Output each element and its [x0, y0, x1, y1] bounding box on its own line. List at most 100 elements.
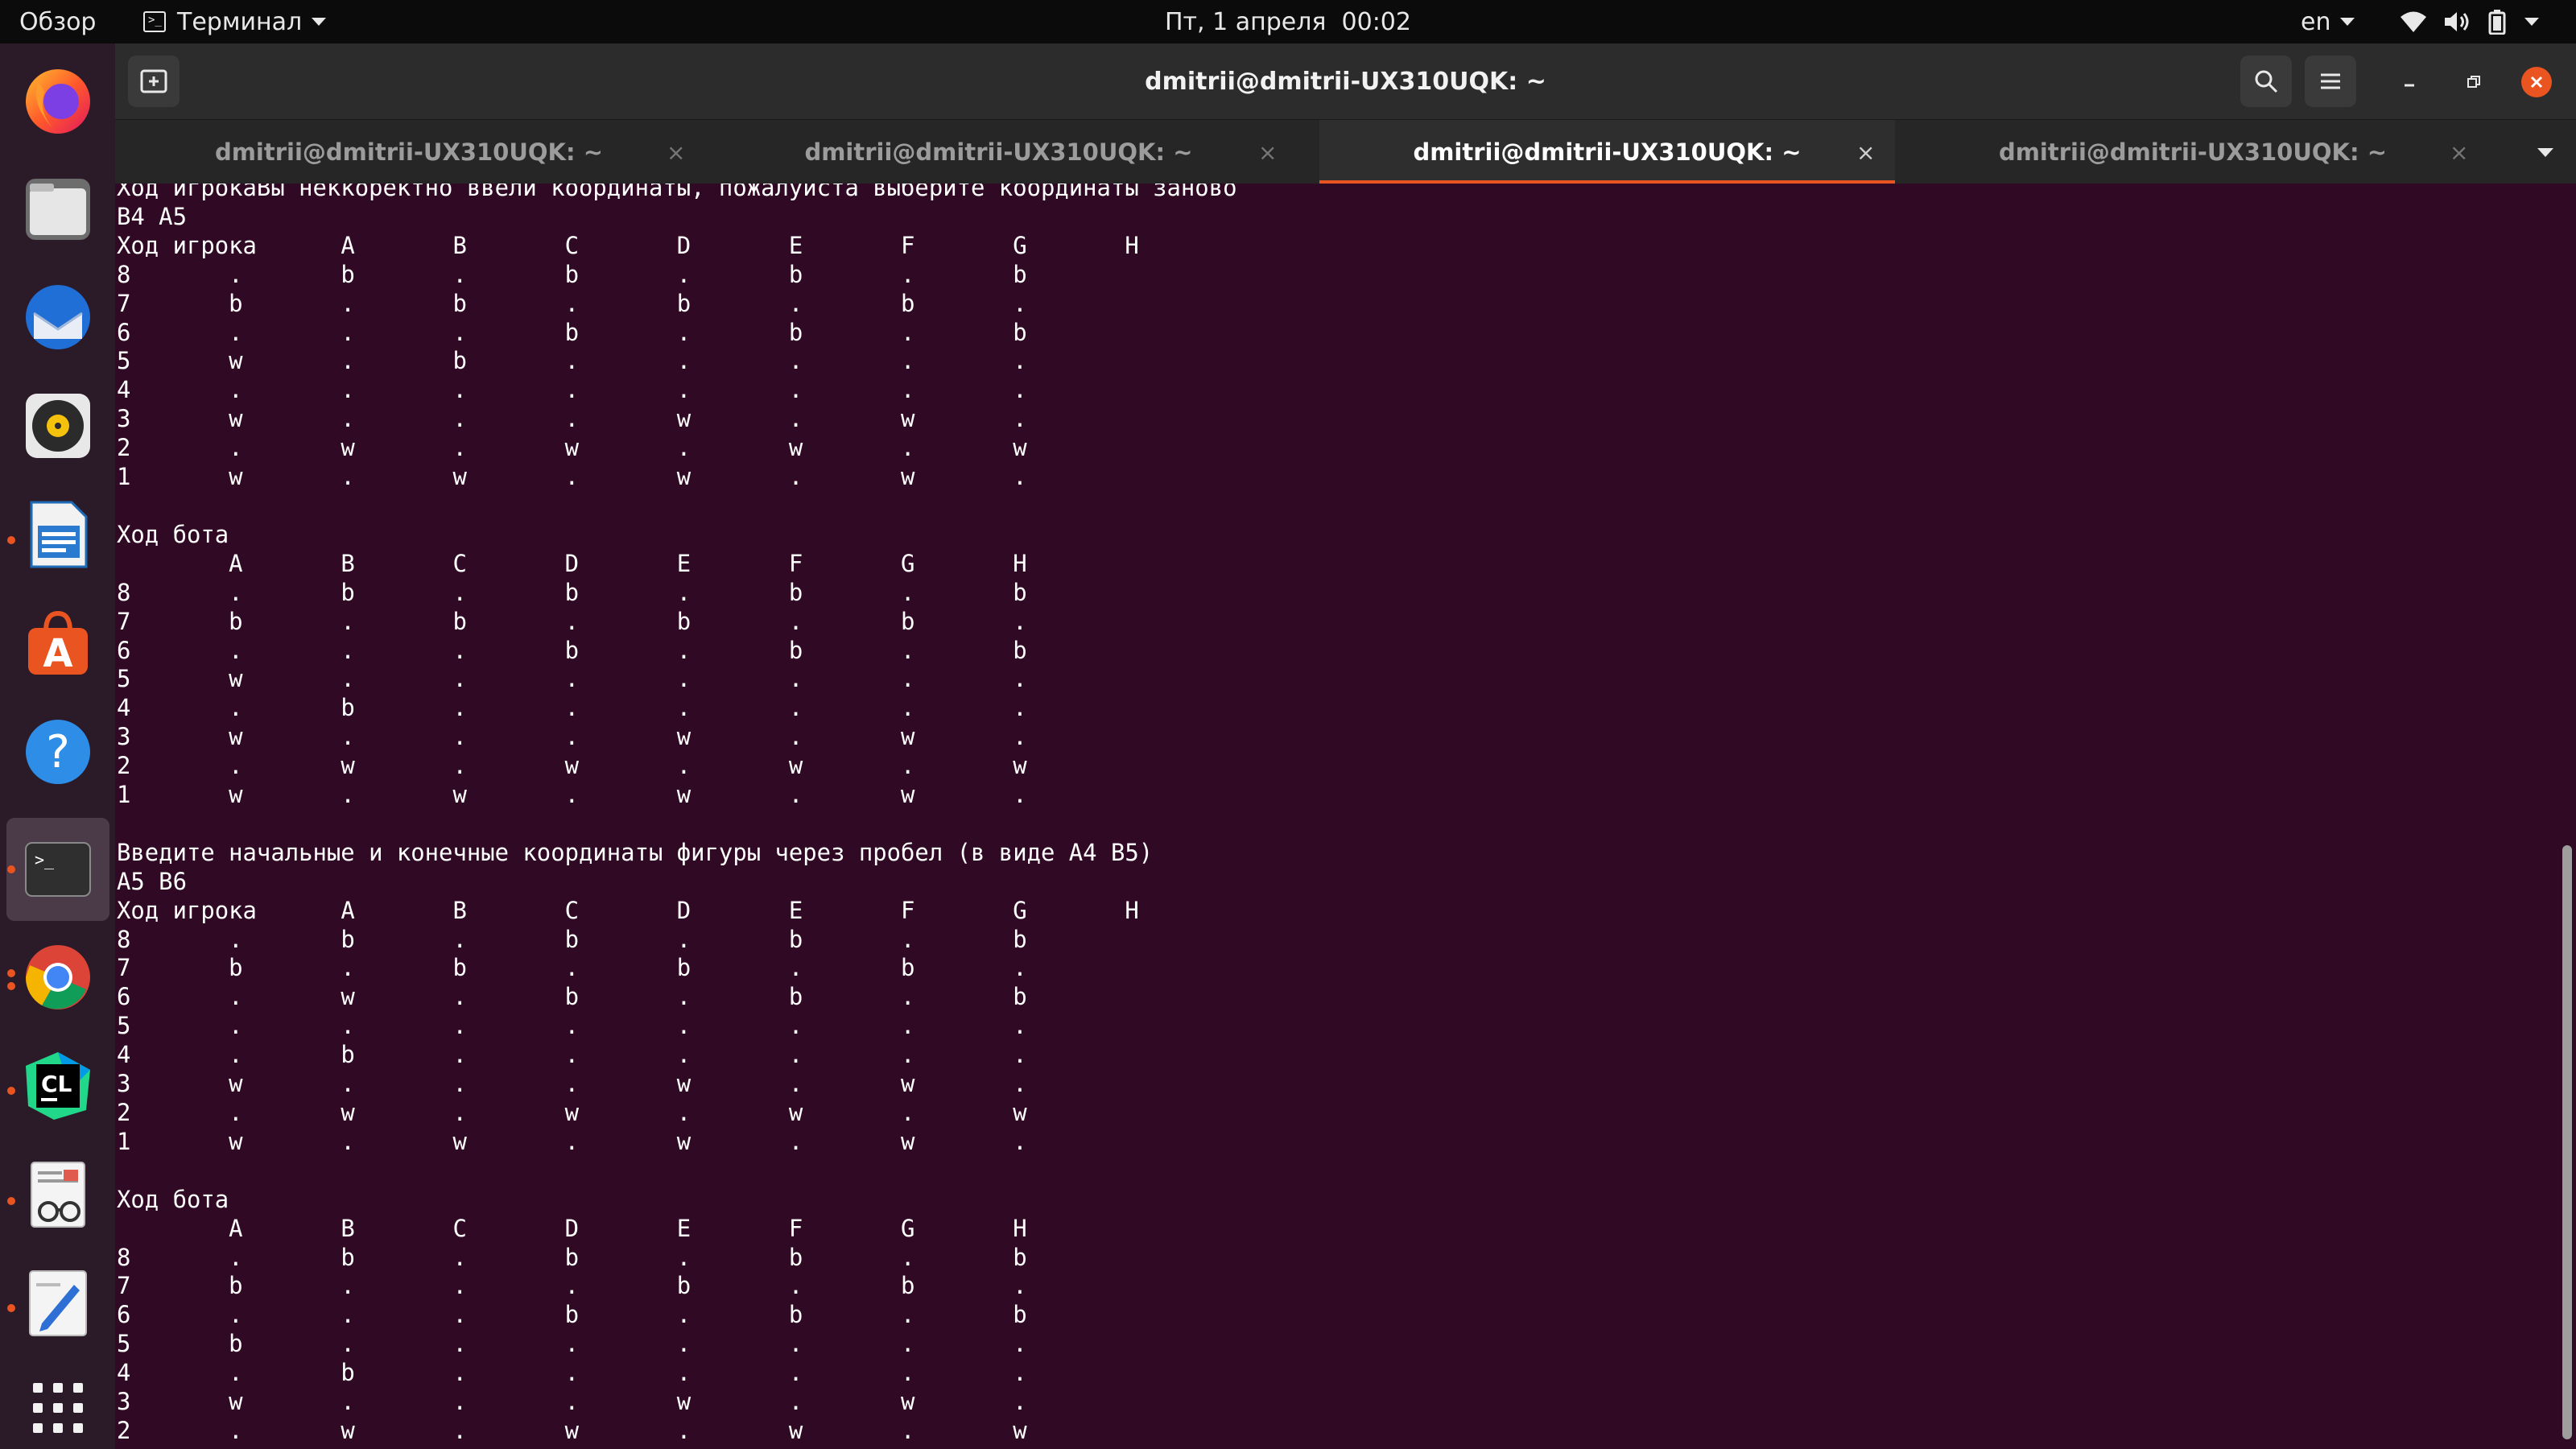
tab-label: dmitrii@dmitrii-UX310UQK: ~: [804, 138, 1193, 166]
activities-button[interactable]: Обзор: [19, 0, 96, 43]
tab-close-button[interactable]: ×: [1856, 120, 1875, 184]
tab-4[interactable]: dmitrii@dmitrii-UX310UQK: ~: [1895, 120, 2491, 184]
terminal-small-icon: >_: [143, 11, 166, 32]
chevron-down-icon: [2524, 18, 2539, 26]
menu-button[interactable]: [2305, 56, 2356, 107]
close-icon: ×: [1258, 138, 1278, 166]
tab-label: dmitrii@dmitrii-UX310UQK: ~: [1413, 138, 1802, 166]
terminal-line: 8 . b . b . b . b: [117, 260, 1027, 288]
maximize-button[interactable]: [2459, 68, 2488, 97]
dock-firefox[interactable]: [18, 60, 98, 140]
rhythmbox-icon: [26, 394, 90, 458]
files-icon: [26, 179, 90, 240]
minimize-button[interactable]: [2395, 68, 2424, 97]
dock-files[interactable]: [18, 168, 98, 249]
thunderbird-icon: [26, 285, 90, 349]
dock-libreoffice-writer[interactable]: [18, 494, 98, 575]
terminal-line: 4 . b . . . . . .: [117, 694, 1027, 722]
terminal-line: 6 . . . b . b . b: [117, 318, 1027, 346]
running-indicator: [7, 1197, 15, 1205]
header-bar: dmitrii@dmitrii-UX310UQK: ~: [115, 43, 2576, 119]
firefox-icon: [26, 69, 90, 134]
terminal-line: 3 w . . . w . w .: [117, 723, 1027, 751]
dock-terminal[interactable]: >_: [18, 829, 98, 910]
tab-2[interactable]: dmitrii@dmitrii-UX310UQK: ~: [703, 120, 1294, 184]
terminal-text: Ход игрокаВы неккоректно ввели координат…: [117, 184, 1237, 1446]
dock-text-editor[interactable]: [18, 1263, 98, 1344]
scrollbar[interactable]: [2562, 845, 2572, 1439]
chrome-icon: [25, 945, 90, 1009]
dock-ubuntu-software[interactable]: A: [18, 603, 98, 683]
system-menu[interactable]: [2399, 0, 2539, 43]
terminal-line: 8 . b . b . b . b: [117, 1243, 1027, 1271]
keyboard-layout-menu[interactable]: en: [2301, 0, 2355, 43]
terminal-line: 3 w . . . w . w .: [117, 405, 1027, 433]
terminal-line: ​: [117, 492, 1237, 521]
restore-icon: [2467, 76, 2480, 88]
clock[interactable]: Пт, 1 апреля 00:02: [1127, 0, 1449, 43]
tab-3-active[interactable]: dmitrii@dmitrii-UX310UQK: ~: [1319, 120, 1895, 184]
running-indicator: [7, 536, 15, 544]
text-editor-icon: [29, 1270, 87, 1336]
terminal-output[interactable]: Ход игрокаВы неккоректно ввели координат…: [115, 184, 2576, 1449]
software-store-icon: A: [28, 610, 88, 676]
close-icon: ×: [1856, 138, 1876, 166]
terminal-line: Ход бота: [117, 520, 229, 548]
terminal-line: Ход игрока A B C D E F G H: [117, 231, 1139, 259]
terminal-line: 7 b . b . b . b .: [117, 289, 1027, 317]
tab-close-button[interactable]: ×: [667, 120, 685, 184]
close-icon: ×: [667, 138, 686, 166]
terminal-line: Ход игрока A B C D E F G H: [117, 896, 1139, 924]
terminal-line: 1 w . w . w . w .: [117, 1127, 1027, 1155]
chevron-down-icon: [2340, 18, 2355, 26]
close-icon: [2530, 76, 2543, 89]
activities-label: Обзор: [19, 7, 97, 36]
svg-text:?: ?: [46, 726, 70, 778]
search-button[interactable]: [2240, 56, 2292, 107]
clion-icon: CL: [26, 1052, 90, 1120]
terminal-line: ​: [117, 1157, 1237, 1186]
dock-clion[interactable]: CL: [18, 1046, 98, 1126]
dock-rhythmbox[interactable]: [18, 386, 98, 466]
terminal-line: B4 A5: [117, 202, 187, 230]
tab-list-button[interactable]: [2514, 120, 2576, 184]
terminal-line: Введите начальные и конечные координаты …: [117, 838, 1154, 866]
tab-close-button[interactable]: ×: [1258, 120, 1277, 184]
terminal-line: A5 B6: [117, 867, 187, 895]
terminal-line: 6 . w . b . b . b: [117, 983, 1027, 1011]
running-indicator: [7, 1087, 15, 1095]
close-icon: ×: [2450, 138, 2469, 166]
terminal-line: 2 . w . w . w . w: [117, 1416, 1027, 1444]
app-menu-label: Терминал: [177, 7, 303, 36]
wifi-icon: [2401, 11, 2426, 32]
tab-1[interactable]: dmitrii@dmitrii-UX310UQK: ~: [115, 120, 703, 184]
terminal-line: 4 . b . . . . . .: [117, 1041, 1027, 1069]
window-title: dmitrii@dmitrii-UX310UQK: ~: [1145, 67, 1546, 96]
running-indicator: [7, 1304, 15, 1312]
terminal-line: 6 . . . b . b . b: [117, 636, 1027, 664]
dock-chrome[interactable]: [18, 937, 98, 1018]
hamburger-menu-icon: [2321, 73, 2340, 89]
tab-close-button[interactable]: ×: [2450, 120, 2468, 184]
top-bar: Обзор >_ Терминал Пт, 1 апреля 00:02 en: [0, 0, 2576, 43]
terminal-line: ​: [117, 810, 1237, 839]
dock-help[interactable]: ?: [18, 712, 98, 792]
new-tab-button[interactable]: [128, 56, 180, 107]
terminal-line: 2 . w . w . w . w: [117, 434, 1027, 462]
new-tab-icon: [140, 69, 167, 93]
dock-thunderbird[interactable]: [18, 277, 98, 357]
terminal-line: Ход игрокаВы неккоректно ввели координат…: [117, 184, 1237, 201]
terminal-line: 5 w . b . . . . .: [117, 347, 1027, 375]
terminal-line: 1 w . w . w . w .: [117, 781, 1027, 809]
tab-bar: dmitrii@dmitrii-UX310UQK: ~ × dmitrii@dm…: [115, 119, 2576, 184]
terminal-line: 6 . . . b . b . b: [117, 1301, 1027, 1329]
battery-icon: [2488, 10, 2506, 35]
app-menu[interactable]: >_ Терминал: [143, 0, 327, 43]
terminal-line: 7 b . b . b . b .: [117, 954, 1027, 982]
chevron-down-icon: [2537, 147, 2553, 157]
close-button[interactable]: [2521, 67, 2552, 97]
running-indicator: [7, 865, 15, 873]
show-applications-button[interactable]: [18, 1368, 98, 1448]
document-viewer-icon: [31, 1162, 85, 1228]
dock-document-viewer[interactable]: [18, 1154, 98, 1235]
